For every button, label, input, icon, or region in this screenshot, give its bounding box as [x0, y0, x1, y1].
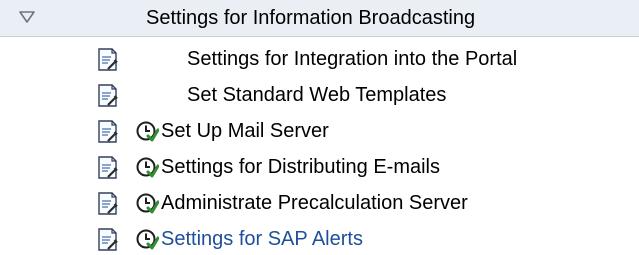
tree-item[interactable]: Settings for Distributing E-mails	[0, 150, 639, 186]
tree-item-label[interactable]: Set Up Mail Server	[161, 119, 329, 143]
tree-item-label[interactable]: Administrate Precalculation Server	[161, 191, 468, 215]
tree-item-label[interactable]: Settings for Integration into the Portal	[187, 47, 517, 71]
document-icon[interactable]	[96, 192, 119, 216]
document-icon[interactable]	[96, 228, 119, 252]
tree-item[interactable]: Administrate Precalculation Server	[0, 186, 639, 222]
tree-item[interactable]: Set Standard Web Templates	[0, 78, 639, 114]
tree-header-title: Settings for Information Broadcasting	[146, 7, 476, 29]
execute-clock-icon[interactable]	[135, 156, 159, 180]
execute-clock-icon[interactable]	[135, 228, 159, 252]
tree-item-label[interactable]: Set Standard Web Templates	[187, 83, 446, 107]
tree-item-label[interactable]: Settings for Distributing E-mails	[161, 155, 440, 179]
document-icon[interactable]	[96, 84, 119, 108]
collapse-triangle-icon[interactable]	[18, 8, 36, 26]
tree-item[interactable]: Set Up Mail Server	[0, 114, 639, 150]
tree-header-row[interactable]: Settings for Information Broadcasting	[0, 0, 639, 37]
tree-item-label[interactable]: Settings for SAP Alerts	[161, 227, 363, 251]
tree-item[interactable]: Settings for Integration into the Portal	[0, 42, 639, 78]
tree-item[interactable]: Settings for SAP Alerts	[0, 222, 639, 255]
settings-tree: Settings for Information Broadcasting Se…	[0, 0, 639, 255]
execute-clock-icon[interactable]	[135, 120, 159, 144]
document-icon[interactable]	[96, 120, 119, 144]
document-icon[interactable]	[96, 48, 119, 72]
execute-clock-icon[interactable]	[135, 192, 159, 216]
document-icon[interactable]	[96, 156, 119, 180]
